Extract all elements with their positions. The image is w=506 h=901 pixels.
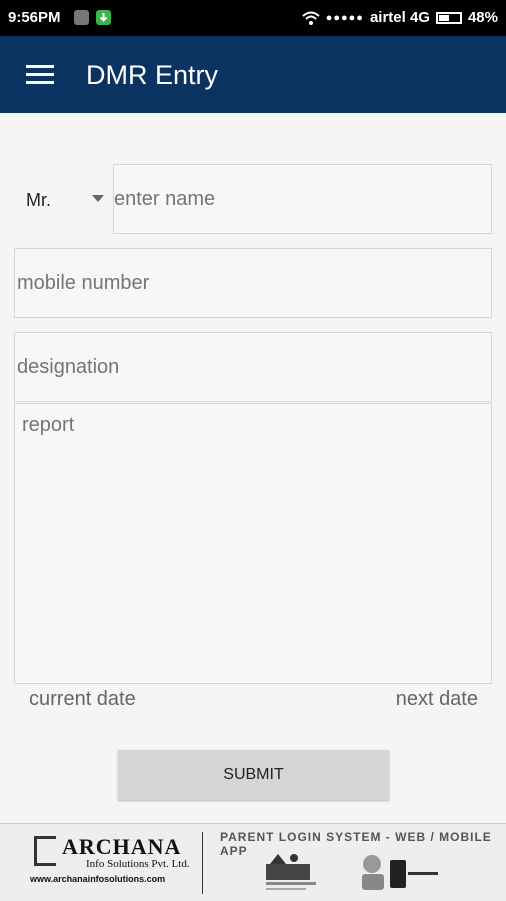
hamburger-menu-icon[interactable]	[26, 65, 54, 85]
notification-icon	[74, 10, 89, 25]
signal-icon: ●●●●●	[325, 11, 364, 24]
salutation-dropdown[interactable]: Mr.	[26, 186, 110, 216]
designation-input[interactable]	[15, 333, 491, 401]
status-right: ●●●●● airtel 4G 48%	[302, 9, 498, 26]
banner-divider	[202, 832, 203, 894]
ad-banner[interactable]: ARCHANA Info Solutions Pvt. Ltd. www.arc…	[0, 823, 506, 901]
banner-brand-sub: Info Solutions Pvt. Ltd.	[86, 858, 190, 870]
report-textarea[interactable]	[15, 404, 491, 683]
mobile-devices-icon	[362, 855, 438, 890]
download-icon	[96, 10, 111, 25]
status-bar: 9:56PM ●●●●● airtel 4G 48%	[0, 0, 506, 36]
mobile-number-input[interactable]	[15, 249, 491, 317]
dropdown-caret-icon	[92, 195, 104, 202]
current-date-label[interactable]: current date	[29, 688, 136, 711]
app-bar: DMR Entry	[0, 36, 506, 113]
banner-url: www.archanainfosolutions.com	[30, 874, 166, 884]
report-field	[14, 403, 492, 684]
next-date-label[interactable]: next date	[396, 688, 478, 711]
name-field	[113, 164, 492, 234]
battery-percent: 48%	[467, 9, 498, 26]
status-time: 9:56PM	[8, 9, 61, 26]
submit-button[interactable]: SUBMIT	[118, 750, 389, 800]
page-title: DMR Entry	[86, 60, 219, 90]
mobile-field	[14, 248, 492, 318]
salutation-value: Mr.	[26, 190, 51, 210]
battery-icon	[435, 11, 462, 24]
name-input[interactable]	[114, 165, 491, 233]
carrier-label: airtel 4G	[369, 9, 430, 26]
parent-login-logo-icon	[266, 854, 316, 890]
wifi-icon	[302, 11, 320, 25]
banner-brand: ARCHANA	[62, 834, 182, 859]
designation-field	[14, 332, 492, 402]
archana-logo-icon	[34, 836, 56, 866]
